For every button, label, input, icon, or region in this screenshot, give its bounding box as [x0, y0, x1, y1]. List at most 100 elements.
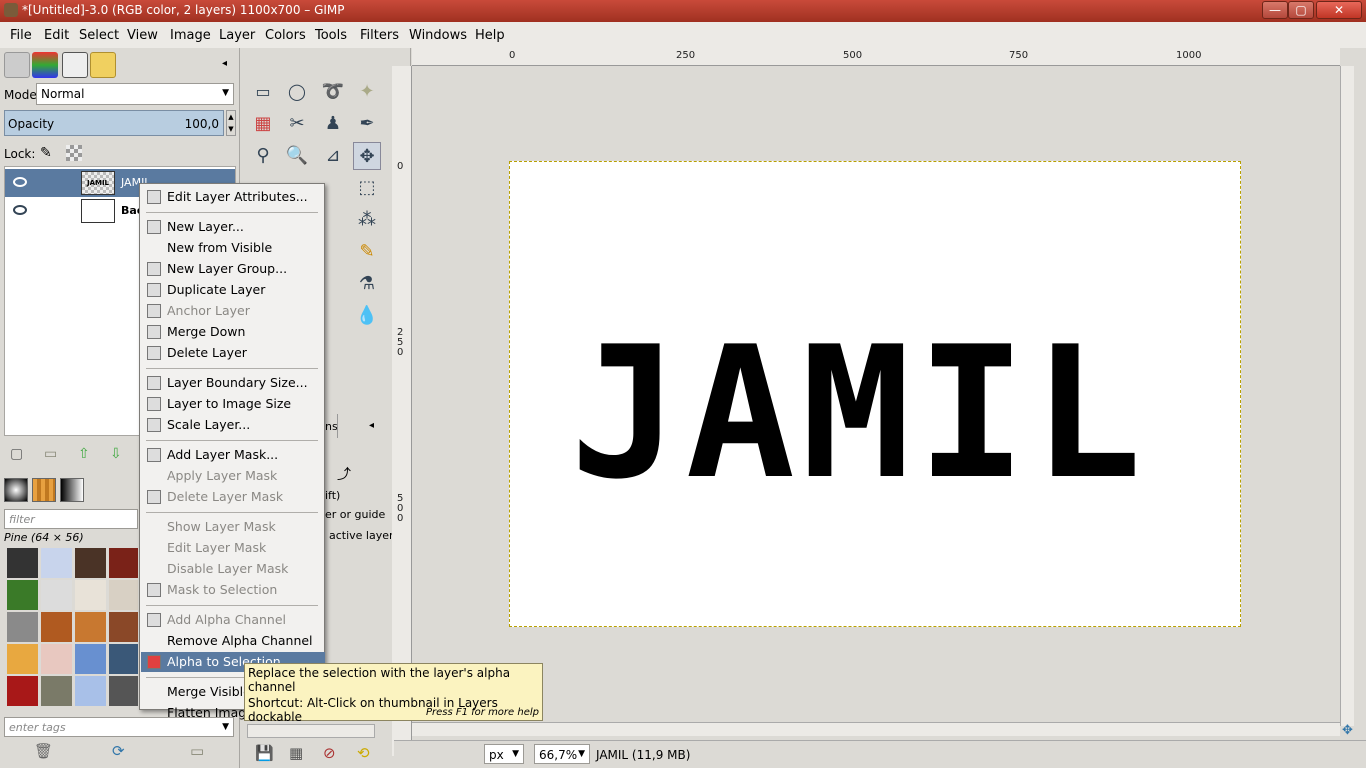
- menu-windows[interactable]: Windows: [409, 28, 467, 43]
- menu-item-remove-alpha-channel[interactable]: Remove Alpha Channel: [141, 631, 325, 651]
- image-canvas[interactable]: JAMIL: [509, 161, 1241, 627]
- brushes-tab-icon[interactable]: [4, 478, 28, 502]
- layers-tab-icon[interactable]: [4, 52, 30, 78]
- save-icon[interactable]: 💾: [255, 744, 274, 762]
- opacity-spinner[interactable]: ▲ ▼: [226, 110, 236, 136]
- new-group-icon[interactable]: ▭: [44, 446, 57, 462]
- color-picker-icon[interactable]: ⚲: [249, 142, 277, 170]
- delete-icon[interactable]: ⊘: [323, 744, 336, 762]
- pattern-swatch[interactable]: [75, 676, 106, 706]
- folder-icon[interactable]: ▭: [190, 742, 204, 760]
- menu-colors[interactable]: Colors: [265, 28, 306, 43]
- panel-menu-icon[interactable]: ◂: [222, 58, 227, 69]
- new-layer-icon[interactable]: ▢: [10, 446, 23, 462]
- layer-thumbnail[interactable]: JAMIL: [81, 171, 115, 195]
- patterns-tab-icon[interactable]: [32, 478, 56, 502]
- undo-tab-icon[interactable]: [90, 52, 116, 78]
- scissors-icon[interactable]: ✂: [283, 110, 311, 138]
- measure-icon[interactable]: ⊿: [319, 142, 347, 170]
- pattern-swatch[interactable]: [109, 580, 138, 610]
- menu-item-apply-layer-mask[interactable]: Apply Layer Mask: [141, 466, 325, 486]
- horizontal-scrollbar[interactable]: [412, 722, 1340, 736]
- menu-filters[interactable]: Filters: [360, 28, 399, 43]
- pattern-swatch[interactable]: [41, 676, 72, 706]
- pattern-swatch[interactable]: [109, 644, 138, 674]
- menu-item-layer-boundary-size[interactable]: Layer Boundary Size...: [141, 373, 325, 393]
- pattern-swatch[interactable]: [75, 580, 106, 610]
- menu-item-duplicate-layer[interactable]: Duplicate Layer: [141, 280, 325, 300]
- lower-layer-icon[interactable]: ⇩: [110, 446, 122, 462]
- menu-help[interactable]: Help: [475, 28, 505, 43]
- menu-item-disable-layer-mask[interactable]: Disable Layer Mask: [141, 559, 325, 579]
- menu-file[interactable]: File: [10, 28, 32, 43]
- blur-icon[interactable]: 💧: [353, 302, 381, 330]
- pattern-swatch[interactable]: [41, 580, 72, 610]
- visibility-eye-icon[interactable]: [13, 205, 27, 215]
- menu-item-merge-down[interactable]: Merge Down: [141, 322, 325, 342]
- menu-item-add-alpha-channel[interactable]: Add Alpha Channel: [141, 610, 325, 630]
- lock-alpha-icon[interactable]: [66, 145, 82, 161]
- minimize-button[interactable]: —: [1262, 1, 1288, 19]
- pattern-swatch[interactable]: [7, 676, 38, 706]
- menu-item-scale-layer[interactable]: Scale Layer...: [141, 415, 325, 435]
- panel-menu-icon[interactable]: ◂: [369, 420, 374, 431]
- menu-select[interactable]: Select: [79, 28, 119, 43]
- foreground-select-icon[interactable]: ♟: [319, 110, 347, 138]
- horizontal-ruler[interactable]: 0 250 500 750 1000: [412, 48, 1340, 66]
- menu-item-delete-layer-mask[interactable]: Delete Layer Mask: [141, 487, 325, 507]
- menu-item-mask-to-selection[interactable]: Mask to Selection: [141, 580, 325, 600]
- pattern-swatch[interactable]: [75, 548, 106, 578]
- trash-icon[interactable]: 🗑: [34, 742, 53, 760]
- menu-layer[interactable]: Layer: [219, 28, 255, 43]
- unit-select[interactable]: px ▼: [484, 744, 524, 764]
- maximize-button[interactable]: ▢: [1288, 1, 1314, 19]
- pattern-swatch[interactable]: [41, 548, 72, 578]
- toolbox-scrollbar[interactable]: [247, 724, 375, 738]
- opacity-slider[interactable]: Opacity 100,0: [4, 110, 224, 136]
- pattern-swatch[interactable]: [109, 548, 138, 578]
- fuzzy-select-icon[interactable]: ✦: [353, 78, 381, 106]
- menu-item-show-layer-mask[interactable]: Show Layer Mask: [141, 517, 325, 537]
- menu-view[interactable]: View: [127, 28, 158, 43]
- menu-item-edit-layer-attributes[interactable]: Edit Layer Attributes...: [141, 187, 325, 207]
- filter-input[interactable]: filter: [4, 509, 138, 529]
- tool-options-tab[interactable]: ns: [325, 420, 338, 433]
- menu-item-anchor-layer[interactable]: Anchor Layer: [141, 301, 325, 321]
- pattern-swatch[interactable]: [7, 580, 38, 610]
- close-button[interactable]: ✕: [1316, 1, 1362, 19]
- pencil-icon[interactable]: ✎: [353, 238, 381, 266]
- zoom-select[interactable]: 66,7% ▼: [534, 744, 590, 764]
- pattern-swatch[interactable]: [7, 612, 38, 642]
- ellipse-select-icon[interactable]: ◯: [283, 78, 311, 106]
- pattern-swatch[interactable]: [109, 676, 138, 706]
- restore-icon[interactable]: ▦: [289, 744, 303, 762]
- paths-tab-icon[interactable]: [62, 52, 88, 78]
- zoom-icon[interactable]: 🔍: [283, 142, 311, 170]
- paths-tool-icon[interactable]: ✒: [353, 110, 381, 138]
- pattern-swatch[interactable]: [41, 644, 72, 674]
- menu-image[interactable]: Image: [170, 28, 211, 43]
- refresh-icon[interactable]: ⟳: [112, 742, 125, 760]
- menu-item-add-layer-mask[interactable]: Add Layer Mask...: [141, 445, 325, 465]
- vertical-scrollbar[interactable]: [1340, 66, 1354, 726]
- move-tool-icon[interactable]: ✥: [353, 142, 381, 170]
- move-pick-icon[interactable]: ⤴: [337, 464, 351, 484]
- pattern-swatch[interactable]: [75, 612, 106, 642]
- pattern-swatch[interactable]: [7, 548, 38, 578]
- layer-thumbnail[interactable]: [81, 199, 115, 223]
- vertical-ruler[interactable]: 0 250 500: [392, 66, 412, 756]
- menu-tools[interactable]: Tools: [315, 28, 347, 43]
- menu-edit[interactable]: Edit: [44, 28, 69, 43]
- menu-item-new-layer[interactable]: New Layer...: [141, 217, 325, 237]
- crop-icon[interactable]: ⬚: [353, 174, 381, 202]
- gradients-tab-icon[interactable]: [60, 478, 84, 502]
- rect-select-icon[interactable]: ▭: [249, 78, 277, 106]
- menu-item-layer-to-image-size[interactable]: Layer to Image Size: [141, 394, 325, 414]
- navigate-icon[interactable]: ✥: [1342, 723, 1353, 738]
- visibility-eye-icon[interactable]: [13, 177, 27, 187]
- raise-layer-icon[interactable]: ⇧: [78, 446, 90, 462]
- ink-icon[interactable]: ⚗: [353, 270, 381, 298]
- select-by-color-icon[interactable]: ▦: [249, 110, 277, 138]
- lasso-icon[interactable]: ➰: [319, 78, 347, 106]
- menu-item-new-from-visible[interactable]: New from Visible: [141, 238, 325, 258]
